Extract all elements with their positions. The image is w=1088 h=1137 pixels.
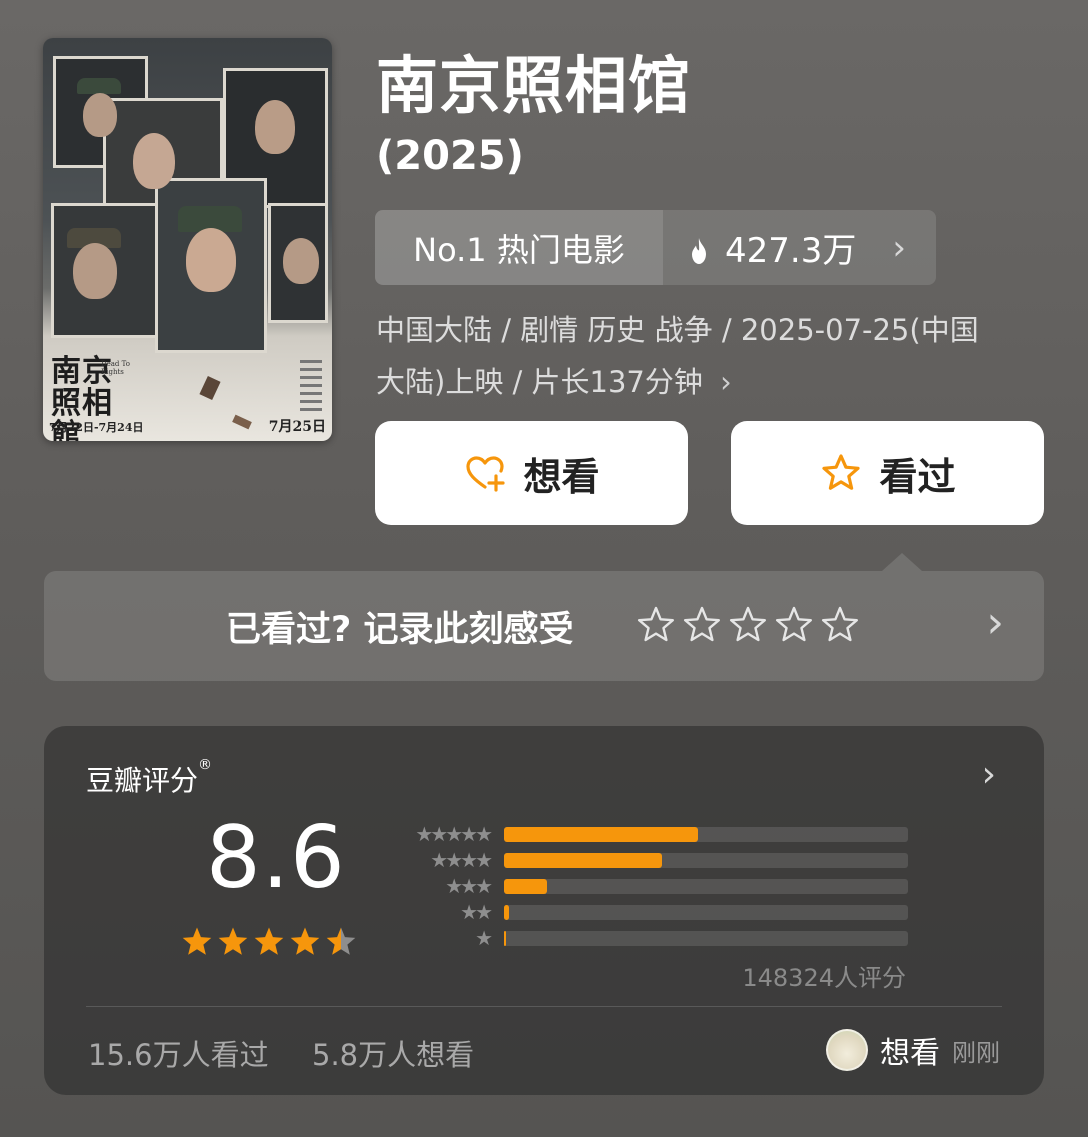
bubble-notch (882, 553, 922, 571)
star-outline-icon[interactable] (774, 605, 814, 645)
poster-figure (186, 228, 236, 292)
want-label: 想看 (523, 454, 600, 499)
chevron-right-icon: › (892, 227, 906, 268)
wish-count[interactable]: 5.8万人想看 (312, 1032, 474, 1074)
distribution-bar (504, 904, 509, 920)
distribution-row-3-star: ★★★ (390, 873, 910, 899)
distribution-bar (504, 826, 698, 842)
chevron-right-icon[interactable]: › (982, 754, 996, 795)
poster-debris (199, 375, 221, 401)
watched-button[interactable]: 看过 (731, 421, 1044, 525)
movie-poster[interactable]: 南京照相館 Dead To Rights 7月22日-7月24日 7月25日 (43, 38, 332, 441)
distribution-track (504, 826, 908, 842)
rating-distribution: ★★★★★ ★★★★ ★★★ ★★ ★ (390, 821, 910, 951)
distribution-row-2-star: ★★ (390, 899, 910, 925)
distribution-star-label: ★★★★ (430, 848, 493, 872)
star-icon (218, 927, 248, 955)
friend-time: 刚刚 (952, 1038, 1000, 1067)
distribution-track (504, 904, 908, 920)
record-prompt: 已看过? 记录此刻感受 (226, 609, 574, 650)
star-icon (326, 927, 356, 955)
rating-title: 豆瓣评分® (86, 757, 213, 799)
distribution-row-5-star: ★★★★★ (390, 821, 910, 847)
star-outline-icon[interactable] (682, 605, 722, 645)
registered-mark: ® (198, 757, 213, 773)
poster-figure (73, 243, 117, 299)
rate-stars[interactable] (636, 605, 860, 645)
movie-meta[interactable]: 中国大陆 / 剧情 历史 战争 / 2025-07-25(中国 大陆)上映 / … (376, 304, 1046, 408)
record-feeling-bar[interactable]: 已看过? 记录此刻感受 › (44, 553, 1044, 681)
distribution-bar (504, 852, 662, 868)
friend-action: 想看 (880, 1036, 940, 1071)
star-outline-icon[interactable] (728, 605, 768, 645)
distribution-track (504, 852, 908, 868)
distribution-bar (504, 930, 507, 946)
friend-activity[interactable]: 想看 刚刚 (826, 1028, 1000, 1072)
distribution-bar (504, 878, 548, 894)
poster-dates: 7月22日-7月24日 (49, 421, 144, 434)
distribution-track (504, 930, 908, 946)
poster-english-title: Dead To Rights (101, 360, 130, 376)
meta-line: 大陆)上映 / 片长137分钟 › (376, 356, 1046, 408)
score-stars (180, 925, 358, 959)
distribution-star-label: ★★★ (445, 874, 493, 898)
poster-figure (283, 238, 319, 284)
avatar[interactable] (826, 1029, 868, 1071)
poster-credits (300, 360, 322, 411)
poster-figure (133, 133, 175, 189)
rank-chip[interactable]: No.1 热门电影 427.3万 › (375, 210, 936, 285)
douban-rating-card[interactable]: 豆瓣评分® › 8.6 ★★★★★ ★★★★ ★★★ ★★ ★ 148324人评分 15… (44, 726, 1044, 1095)
meta-line: 中国大陆 / 剧情 历史 战争 / 2025-07-25(中国 (376, 313, 979, 347)
star-outline-icon[interactable] (636, 605, 676, 645)
heart-plus-icon (466, 456, 506, 492)
chevron-right-icon: › (986, 597, 1004, 648)
seen-label: 看过 (879, 454, 956, 499)
want-to-watch-button[interactable]: 想看 (375, 421, 688, 525)
divider (86, 1006, 1002, 1007)
poster-debris (232, 414, 252, 430)
rank-label[interactable]: No.1 热门电影 (375, 210, 663, 285)
movie-title: 南京照相馆 (376, 49, 692, 122)
movie-year: (2025) (376, 133, 524, 179)
poster-figure (83, 93, 117, 137)
heat-section[interactable]: 427.3万 › (663, 210, 936, 285)
star-icon (254, 927, 284, 955)
distribution-star-label: ★★★★★ (415, 822, 493, 846)
distribution-star-label: ★★ (460, 900, 493, 924)
rating-score: 8.6 (206, 808, 346, 908)
distribution-row-4-star: ★★★★ (390, 847, 910, 873)
distribution-row-1-star: ★ (390, 925, 910, 951)
star-outline-icon (822, 454, 861, 490)
star-icon (290, 927, 320, 955)
star-outline-icon[interactable] (820, 605, 860, 645)
distribution-star-label: ★ (475, 926, 493, 950)
rating-title-text: 豆瓣评分 (86, 764, 199, 797)
flame-icon (687, 234, 711, 264)
poster-figure (77, 78, 121, 94)
chevron-right-icon: › (720, 365, 732, 399)
vote-count: 148324人评分 (742, 964, 906, 992)
meta-line-text: 大陆)上映 / 片长137分钟 (376, 365, 703, 399)
heat-count: 427.3万 (725, 231, 857, 271)
star-icon (182, 927, 212, 955)
distribution-track (504, 878, 908, 894)
poster-release-date: 7月25日 (268, 419, 326, 435)
watched-count[interactable]: 15.6万人看过 (88, 1032, 269, 1074)
poster-figure (255, 100, 295, 154)
